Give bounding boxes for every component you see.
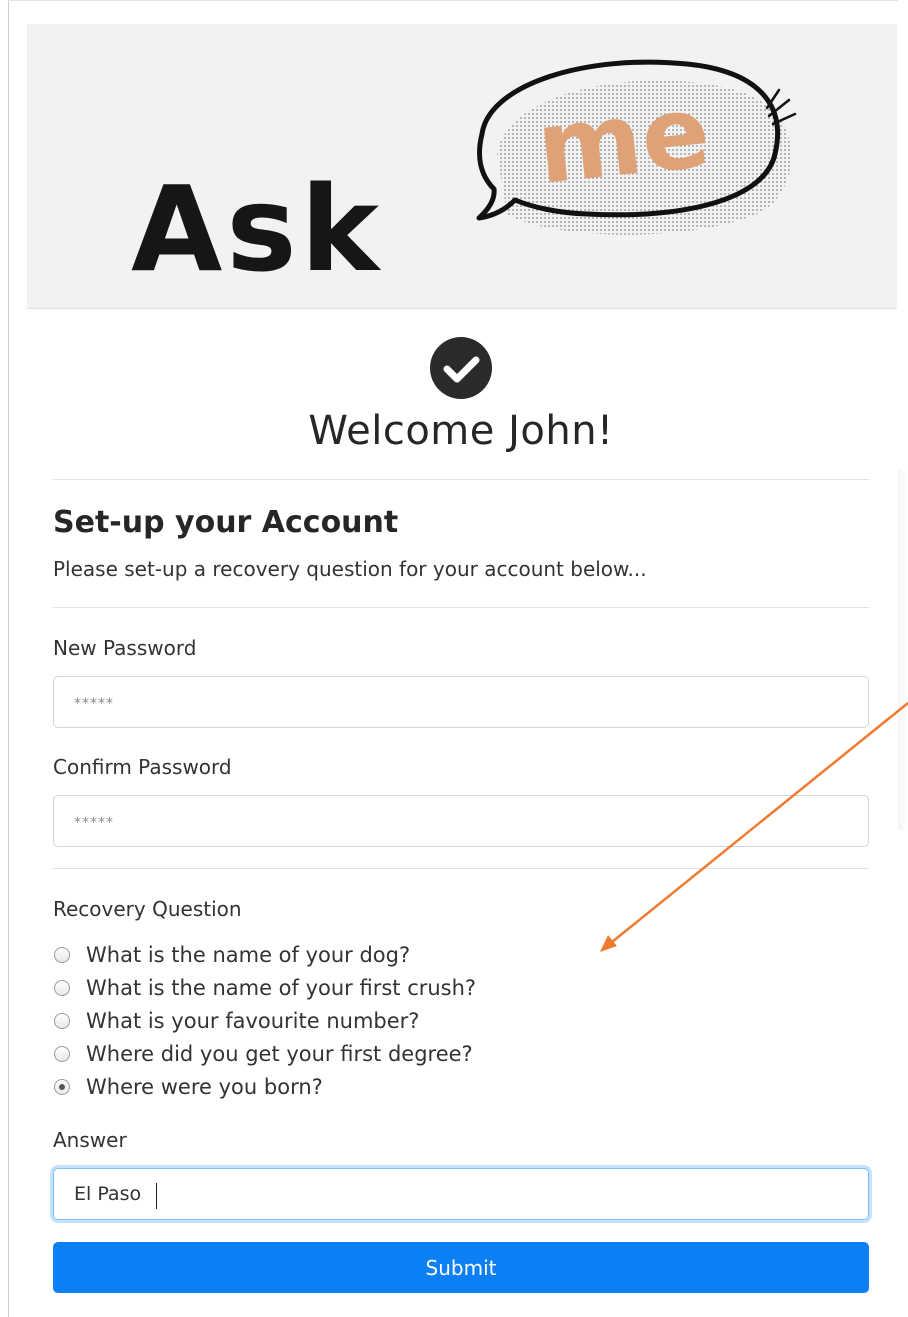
welcome-title: Welcome John! [308, 408, 614, 454]
recovery-option-label: Where did you get your first degree? [86, 1041, 473, 1066]
text-caret [156, 1183, 157, 1209]
recovery-option[interactable]: Where did you get your first degree? [53, 1037, 476, 1070]
askme-logo: me Ask [131, 59, 797, 298]
logo-ask-text: Ask [131, 160, 383, 298]
radio-button[interactable] [54, 1045, 70, 1062]
new-password-input[interactable] [53, 676, 869, 728]
recovery-option-label: What is the name of your first crush? [86, 975, 477, 1000]
divider [53, 479, 869, 480]
recovery-option-label: What is your favourite number? [86, 1008, 420, 1033]
radio-button[interactable] [54, 1012, 70, 1029]
recovery-question-options: What is the name of your dog? What is th… [53, 938, 476, 1103]
answer-label: Answer [53, 1128, 127, 1152]
recovery-option-label: What is the name of your dog? [86, 942, 411, 967]
recovery-question-label: Recovery Question [53, 897, 242, 921]
page-left-border [8, 0, 9, 1317]
logo-banner: me Ask [27, 24, 897, 309]
page-right-shadow [898, 470, 908, 830]
setup-subtitle: Please set-up a recovery question for yo… [53, 557, 647, 581]
check-circle-icon [429, 336, 493, 400]
recovery-option[interactable]: Where were you born? [53, 1070, 476, 1103]
recovery-option-label: Where were you born? [86, 1074, 323, 1099]
radio-button[interactable] [54, 979, 70, 996]
divider [53, 607, 869, 608]
radio-button[interactable] [54, 1078, 70, 1095]
confirm-password-input[interactable] [53, 795, 869, 847]
recovery-option[interactable]: What is your favourite number? [53, 1004, 476, 1037]
new-password-label: New Password [53, 636, 197, 660]
recovery-option[interactable]: What is the name of your first crush? [53, 971, 476, 1004]
page-top-border [8, 0, 898, 1]
logo-me-text: me [532, 73, 715, 207]
setup-title: Set-up your Account [53, 505, 399, 540]
recovery-option[interactable]: What is the name of your dog? [53, 938, 476, 971]
confirm-password-label: Confirm Password [53, 755, 232, 779]
submit-button[interactable]: Submit [53, 1242, 869, 1293]
divider [53, 868, 869, 869]
answer-input[interactable] [53, 1168, 869, 1220]
radio-button[interactable] [54, 946, 70, 963]
